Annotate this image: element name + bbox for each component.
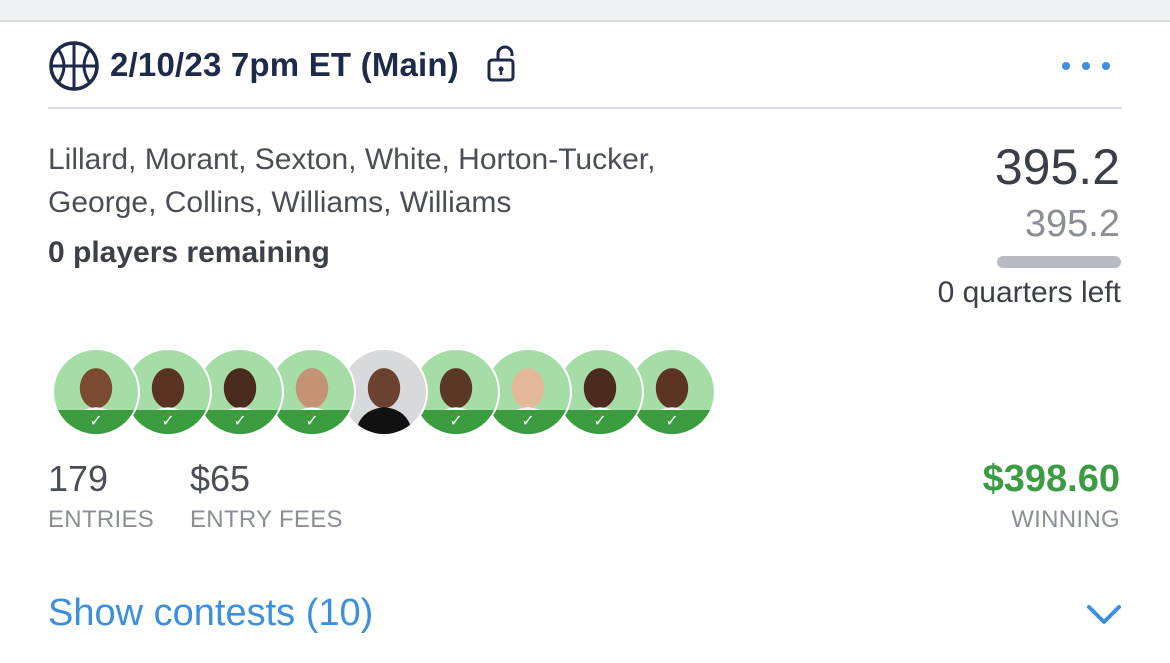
slate-header: 2/10/23 7pm ET (Main) <box>48 38 1122 94</box>
chevron-down-icon[interactable] <box>1086 602 1122 626</box>
player-check-band: ✓ <box>558 410 642 434</box>
player-avatar[interactable]: ✓ <box>52 348 140 436</box>
check-icon: ✓ <box>665 413 679 430</box>
entries-label: ENTRIES <box>48 506 155 533</box>
lineup-players: Lillard, Morant, Sexton, White, Horton-T… <box>48 138 808 224</box>
player-check-band: ✓ <box>126 410 210 434</box>
header-divider <box>48 107 1122 109</box>
progress-fill <box>997 256 1121 268</box>
entry-fees-value: $65 <box>190 458 251 499</box>
top-strip <box>0 0 1170 22</box>
check-icon: ✓ <box>161 413 175 430</box>
winning-value: $398.60 <box>982 458 1120 500</box>
players-line-1: Lillard, Morant, Sexton, White, Horton-T… <box>48 143 656 176</box>
progress-bar <box>997 256 1121 268</box>
check-icon: ✓ <box>593 413 607 430</box>
unlocked-padlock-icon[interactable] <box>486 44 520 84</box>
winning-label: WINNING <box>1011 506 1120 533</box>
check-icon: ✓ <box>449 413 463 430</box>
entries-value: 179 <box>48 458 109 499</box>
check-icon: ✓ <box>233 413 247 430</box>
players-line-2: George, Collins, Williams, Williams <box>48 186 512 219</box>
players-remaining: 0 players remaining <box>48 236 330 269</box>
show-contests-link[interactable]: Show contests (10) <box>48 592 373 635</box>
quarters-left: 0 quarters left <box>937 276 1121 309</box>
player-check-band: ✓ <box>486 410 570 434</box>
projected-score: 395.2 <box>1024 203 1120 245</box>
slate-title: 2/10/23 7pm ET (Main) <box>110 46 459 83</box>
more-dots-icon[interactable] <box>1058 56 1114 76</box>
player-avatars: ✓ ✓ ✓ ✓ ✓ ✓ ✓ ✓ <box>52 348 752 438</box>
check-icon: ✓ <box>89 413 103 430</box>
player-check-band: ✓ <box>630 410 714 434</box>
basketball-icon <box>49 41 99 91</box>
current-score: 395.2 <box>994 139 1120 195</box>
player-check-band: ✓ <box>198 410 282 434</box>
player-check-band: ✓ <box>270 410 354 434</box>
entry-fees-label: ENTRY FEES <box>190 506 343 533</box>
player-check-band: ✓ <box>414 410 498 434</box>
player-check-band: ✓ <box>54 410 138 434</box>
check-icon: ✓ <box>305 413 319 430</box>
check-icon: ✓ <box>521 413 535 430</box>
